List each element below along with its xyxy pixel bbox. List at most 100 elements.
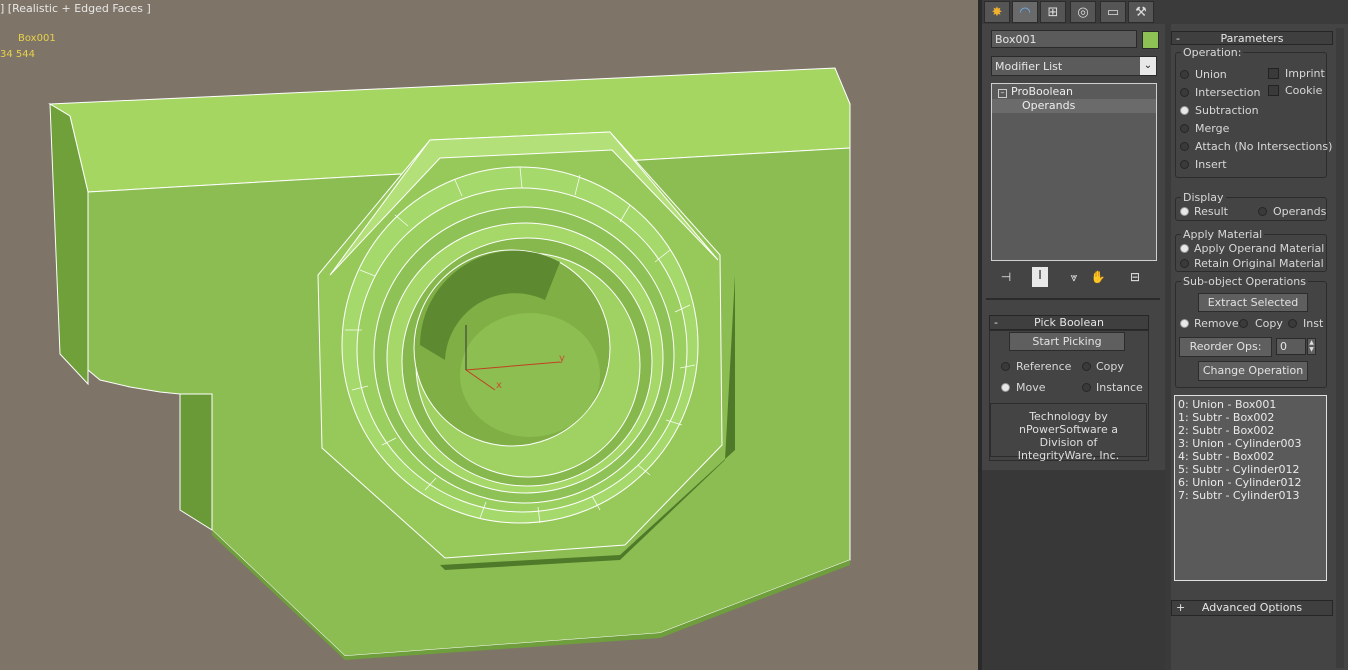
list-item[interactable]: 3: Union - Cylinder003 <box>1175 437 1326 450</box>
modifier-list-dropdown[interactable]: Modifier List ⌄ <box>991 56 1157 76</box>
display-icon: ▭ <box>1106 4 1120 20</box>
remove-modifier-icon[interactable]: ✋ <box>1090 269 1106 285</box>
remove-label: Remove <box>1194 317 1239 330</box>
stack-sub-label: Operands <box>1022 99 1076 112</box>
cookie-label: Cookie <box>1285 84 1323 97</box>
poly-count-readout: 34 544 <box>0 49 35 60</box>
expand-icon: + <box>1176 601 1186 614</box>
list-item[interactable]: 6: Union - Cylinder012 <box>1175 476 1326 489</box>
list-item[interactable]: 7: Subtr - Cylinder013 <box>1175 489 1326 502</box>
operation-radio[interactable] <box>1180 70 1189 79</box>
stack-item-operands[interactable]: Operands <box>992 99 1156 113</box>
list-item[interactable]: 1: Subtr - Box002 <box>1175 411 1326 424</box>
command-panel: ✸ ◠ ⊞ ◎ ▭ ⚒ Box001 Modifier List ⌄ – ProB… <box>982 0 1348 670</box>
configure-sets-icon[interactable]: ⊟ <box>1127 269 1143 285</box>
viewport-label[interactable]: ] [Realistic + Edged Faces ] <box>0 2 151 15</box>
collapse-icon[interactable]: – <box>998 89 1007 98</box>
operation-label: Attach (No Intersections) <box>1195 140 1333 153</box>
display-operands-radio[interactable] <box>1258 207 1267 216</box>
advanced-options-title: Advanced Options <box>1201 601 1303 614</box>
cookie-checkbox[interactable] <box>1268 85 1279 96</box>
panel-scrollbar[interactable] <box>1336 28 1344 668</box>
list-item[interactable]: 4: Subtr - Box002 <box>1175 450 1326 463</box>
imprint-label: Imprint <box>1285 67 1325 80</box>
credit-text: Technology by nPowerSoftware a Division … <box>990 403 1147 462</box>
stack-item-proboolean[interactable]: – ProBoolean <box>992 84 1156 99</box>
instance-label: Instance <box>1096 381 1143 394</box>
display-result-label: Result <box>1194 205 1228 218</box>
reference-radio[interactable] <box>1001 362 1010 371</box>
remove-radio[interactable] <box>1180 319 1189 328</box>
operation-radio[interactable] <box>1180 88 1189 97</box>
modifier-list-label: Modifier List <box>995 60 1063 73</box>
operation-label: Union <box>1195 68 1227 81</box>
object-color-swatch[interactable] <box>1142 31 1159 49</box>
modify-tab[interactable]: ◠ <box>1012 1 1038 23</box>
start-picking-button[interactable]: Start Picking <box>1009 332 1125 351</box>
hierarchy-tab[interactable]: ⊞ <box>1040 1 1066 23</box>
display-tab[interactable]: ▭ <box>1100 1 1126 23</box>
pick-boolean-rollout-header[interactable]: - Pick Boolean <box>989 315 1149 330</box>
operation-label: Intersection <box>1195 86 1261 99</box>
operation-radio[interactable] <box>1180 160 1189 169</box>
reorder-ops-button[interactable]: Reorder Ops: <box>1179 337 1272 357</box>
retain-original-label: Retain Original Material <box>1194 257 1324 270</box>
copy-label: Copy <box>1255 317 1283 330</box>
operation-radio[interactable] <box>1180 124 1189 133</box>
command-tabs: ✸ ◠ ⊞ ◎ ▭ ⚒ <box>982 0 1348 24</box>
display-operands-label: Operands <box>1273 205 1327 218</box>
operation-radio[interactable] <box>1180 106 1189 115</box>
list-item[interactable]: 0: Union - Box001 <box>1175 398 1326 411</box>
instance-radio[interactable] <box>1082 383 1091 392</box>
operation-label: Subtraction <box>1195 104 1259 117</box>
stack-modifier-label: ProBoolean <box>1011 85 1073 98</box>
object-name-field[interactable]: Box001 <box>991 30 1137 48</box>
operation-title: Operation: <box>1181 46 1244 59</box>
column-gutter <box>1165 24 1171 670</box>
axis-y-label: y <box>559 353 565 364</box>
perspective-viewport[interactable]: y x ] [Realistic + Edged Faces ] Box001 … <box>0 0 978 670</box>
inst-label: Inst <box>1303 317 1324 330</box>
imprint-checkbox[interactable] <box>1268 68 1279 79</box>
reorder-ops-field[interactable]: 0 <box>1276 338 1306 355</box>
divider-line <box>986 298 1160 300</box>
move-radio[interactable] <box>1001 383 1010 392</box>
list-item[interactable]: 5: Subtr - Cylinder012 <box>1175 463 1326 476</box>
reorder-spinner-icon[interactable]: ▲ ▼ <box>1307 338 1316 355</box>
copy-radio[interactable] <box>1239 319 1248 328</box>
make-unique-icon[interactable]: ⩔ <box>1066 269 1082 285</box>
operation-radio[interactable] <box>1180 142 1189 151</box>
pin-stack-icon[interactable]: ⊣ <box>998 269 1014 285</box>
parameters-rollout-header[interactable]: - Parameters <box>1171 31 1333 45</box>
parameters-title: Parameters <box>1220 32 1284 45</box>
inst-radio[interactable] <box>1288 319 1297 328</box>
apply-operand-label: Apply Operand Material <box>1194 242 1325 255</box>
display-title: Display <box>1181 191 1226 204</box>
object-name-readout: Box001 <box>18 33 56 44</box>
extract-selected-button[interactable]: Extract Selected <box>1198 293 1308 312</box>
subobject-title: Sub-object Operations <box>1181 275 1308 288</box>
utilities-tab[interactable]: ⚒ <box>1128 1 1154 23</box>
retain-original-radio[interactable] <box>1180 259 1189 268</box>
apply-operand-radio[interactable] <box>1180 244 1189 253</box>
apply-material-title: Apply Material <box>1181 228 1265 241</box>
advanced-options-rollout-header[interactable]: + Advanced Options <box>1171 600 1333 616</box>
create-icon: ✸ <box>991 4 1003 20</box>
model-render: y x <box>48 67 851 660</box>
create-tab[interactable]: ✸ <box>984 1 1010 23</box>
show-end-result-icon[interactable]: I <box>1032 267 1048 287</box>
motion-icon: ◎ <box>1077 4 1089 20</box>
list-item[interactable]: 2: Subtr - Box002 <box>1175 424 1326 437</box>
change-operation-button[interactable]: Change Operation <box>1198 361 1308 381</box>
operands-list[interactable]: 0: Union - Box001 1: Subtr - Box002 2: Sub… <box>1174 395 1327 581</box>
left-empty-area <box>982 470 1166 670</box>
copy-label: Copy <box>1096 360 1124 373</box>
motion-tab[interactable]: ◎ <box>1070 1 1096 23</box>
display-result-radio[interactable] <box>1180 207 1189 216</box>
operation-label: Insert <box>1195 158 1227 171</box>
chevron-down-icon: ⌄ <box>1140 57 1156 75</box>
modifier-stack: – ProBoolean Operands <box>991 83 1157 261</box>
move-label: Move <box>1016 381 1046 394</box>
copy-radio[interactable] <box>1082 362 1091 371</box>
hierarchy-icon: ⊞ <box>1047 4 1059 20</box>
